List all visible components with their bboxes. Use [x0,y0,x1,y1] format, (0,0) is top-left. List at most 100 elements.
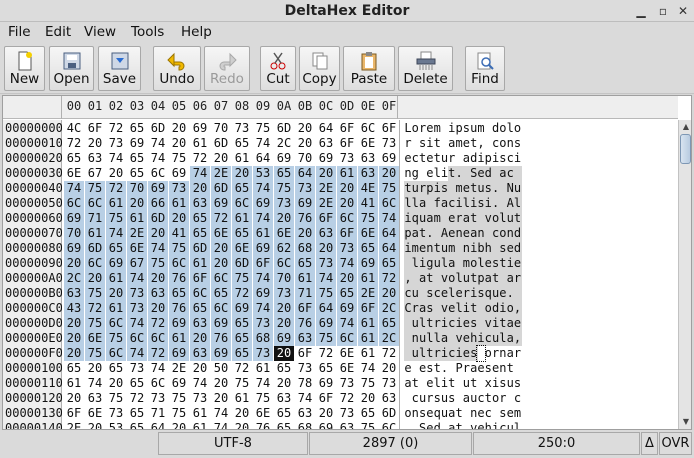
hex-byte[interactable]: 75 [169,391,189,406]
hex-byte[interactable]: 61 [295,271,315,286]
hex-byte[interactable]: 61 [358,271,378,286]
hex-byte[interactable]: 75 [85,181,105,196]
hex-byte[interactable]: 74 [85,376,105,391]
hex-byte[interactable]: 72 [337,391,357,406]
hex-byte[interactable]: 63 [316,136,336,151]
delta-mode-field[interactable]: Δ [641,432,658,455]
hex-byte[interactable]: 63 [295,406,315,421]
hex-byte[interactable]: 20 [169,136,189,151]
hex-byte[interactable]: 6D [211,181,231,196]
hex-byte[interactable]: 65 [232,181,252,196]
hex-byte[interactable]: 76 [169,301,189,316]
hex-byte[interactable]: 65 [232,331,252,346]
hex-byte[interactable]: 69 [169,376,189,391]
hex-byte[interactable]: 76 [295,316,315,331]
hex-byte[interactable]: 74 [106,151,126,166]
hex-byte[interactable]: 74 [148,151,168,166]
hex-byte[interactable]: 61 [85,226,105,241]
text-char[interactable]: s [514,136,522,151]
hex-byte[interactable]: 20 [190,361,210,376]
scroll-up-icon[interactable]: ▲ [680,121,691,133]
hex-byte[interactable]: 74 [148,241,168,256]
hex-byte[interactable]: 6C [106,346,126,361]
hex-byte[interactable]: 61 [106,301,126,316]
hex-byte[interactable]: 61 [106,271,126,286]
hex-byte[interactable]: 20 [274,376,294,391]
hex-byte[interactable]: 2C [379,331,399,346]
hex-byte[interactable]: 73 [106,136,126,151]
hex-byte[interactable]: 75 [358,211,378,226]
hex-byte[interactable]: 20 [169,211,189,226]
hex-byte[interactable]: 65 [379,316,399,331]
hex-byte[interactable]: 68 [295,241,315,256]
hex-byte[interactable]: 63 [316,226,336,241]
text-char[interactable]: m [514,406,522,421]
hex-byte[interactable]: 2E [316,196,336,211]
hex-byte[interactable]: 6D [85,241,105,256]
hex-byte[interactable]: 63 [274,391,294,406]
hex-byte[interactable]: 61 [358,346,378,361]
encoding-field[interactable]: UTF-8 [158,432,308,455]
hex-byte[interactable]: 69 [316,376,336,391]
hex-byte[interactable]: 61 [253,361,273,376]
hex-byte[interactable]: 20 [148,301,168,316]
hex-byte[interactable]: 20 [274,316,294,331]
hex-byte[interactable]: 74 [253,181,273,196]
hex-byte[interactable]: 20 [85,136,105,151]
hex-byte[interactable]: 76 [253,421,273,429]
hex-byte[interactable]: 6C [379,421,399,429]
scroll-down-icon[interactable]: ▼ [680,416,691,428]
hex-byte[interactable]: 4E [358,181,378,196]
text-char[interactable]: l [514,421,522,429]
scrollbar-thumb[interactable] [680,134,691,164]
hex-byte[interactable]: 65 [190,226,210,241]
hex-byte[interactable]: 6C [337,331,357,346]
hex-byte[interactable]: 75 [232,376,252,391]
hex-byte[interactable]: 69 [148,181,168,196]
hex-byte[interactable]: 74 [337,256,357,271]
hex-byte[interactable]: 6C [85,196,105,211]
hex-byte[interactable]: 73 [127,301,147,316]
hex-byte[interactable]: 69 [169,346,189,361]
hex-byte[interactable]: 6D [379,406,399,421]
hex-byte[interactable]: 74 [253,136,273,151]
hex-byte[interactable]: 73 [253,346,273,361]
hex-byte[interactable]: 6C [358,121,378,136]
save-button[interactable]: Save [98,46,141,91]
hex-byte[interactable]: 61 [232,151,252,166]
hex-byte[interactable]: 74 [253,376,273,391]
hex-byte[interactable]: 20 [379,166,399,181]
hex-byte[interactable]: 61 [232,211,252,226]
hex-byte[interactable]: 69 [379,151,399,166]
hex-byte[interactable]: 72 [64,136,84,151]
hex-byte[interactable]: 75 [232,271,252,286]
hex-byte[interactable]: 65 [232,136,252,151]
text-char[interactable] [514,361,522,376]
hex-byte[interactable]: 65 [190,301,210,316]
hex-byte[interactable]: 20 [232,166,252,181]
hex-byte[interactable]: 74 [253,271,273,286]
hex-byte[interactable]: 6D [274,121,294,136]
hex-byte[interactable]: 73 [127,286,147,301]
hex-byte[interactable]: 6F [316,391,336,406]
hex-byte[interactable]: 74 [253,301,273,316]
hex-byte[interactable]: 2C [379,301,399,316]
hex-byte[interactable]: 61 [190,256,210,271]
hex-byte[interactable]: 74 [253,211,273,226]
hex-byte[interactable]: 75 [106,331,126,346]
text-char[interactable]: c [514,391,522,406]
hex-byte[interactable]: 2E [316,181,336,196]
hex-byte[interactable]: 66 [148,196,168,211]
hex-byte[interactable]: 63 [190,196,210,211]
hex-byte[interactable]: 72 [106,121,126,136]
hex-byte[interactable]: 73 [337,241,357,256]
hex-byte[interactable]: 6F [337,121,357,136]
text-char[interactable]: r [513,271,522,286]
edit-mode-field[interactable]: OVR [659,432,692,455]
new-button[interactable]: New [4,46,45,91]
hex-byte[interactable]: 20 [64,331,84,346]
text-char[interactable]: e [513,256,522,271]
hex-byte[interactable]: 6F [358,301,378,316]
hex-byte[interactable]: 69 [64,211,84,226]
hex-byte[interactable]: 72 [148,316,168,331]
